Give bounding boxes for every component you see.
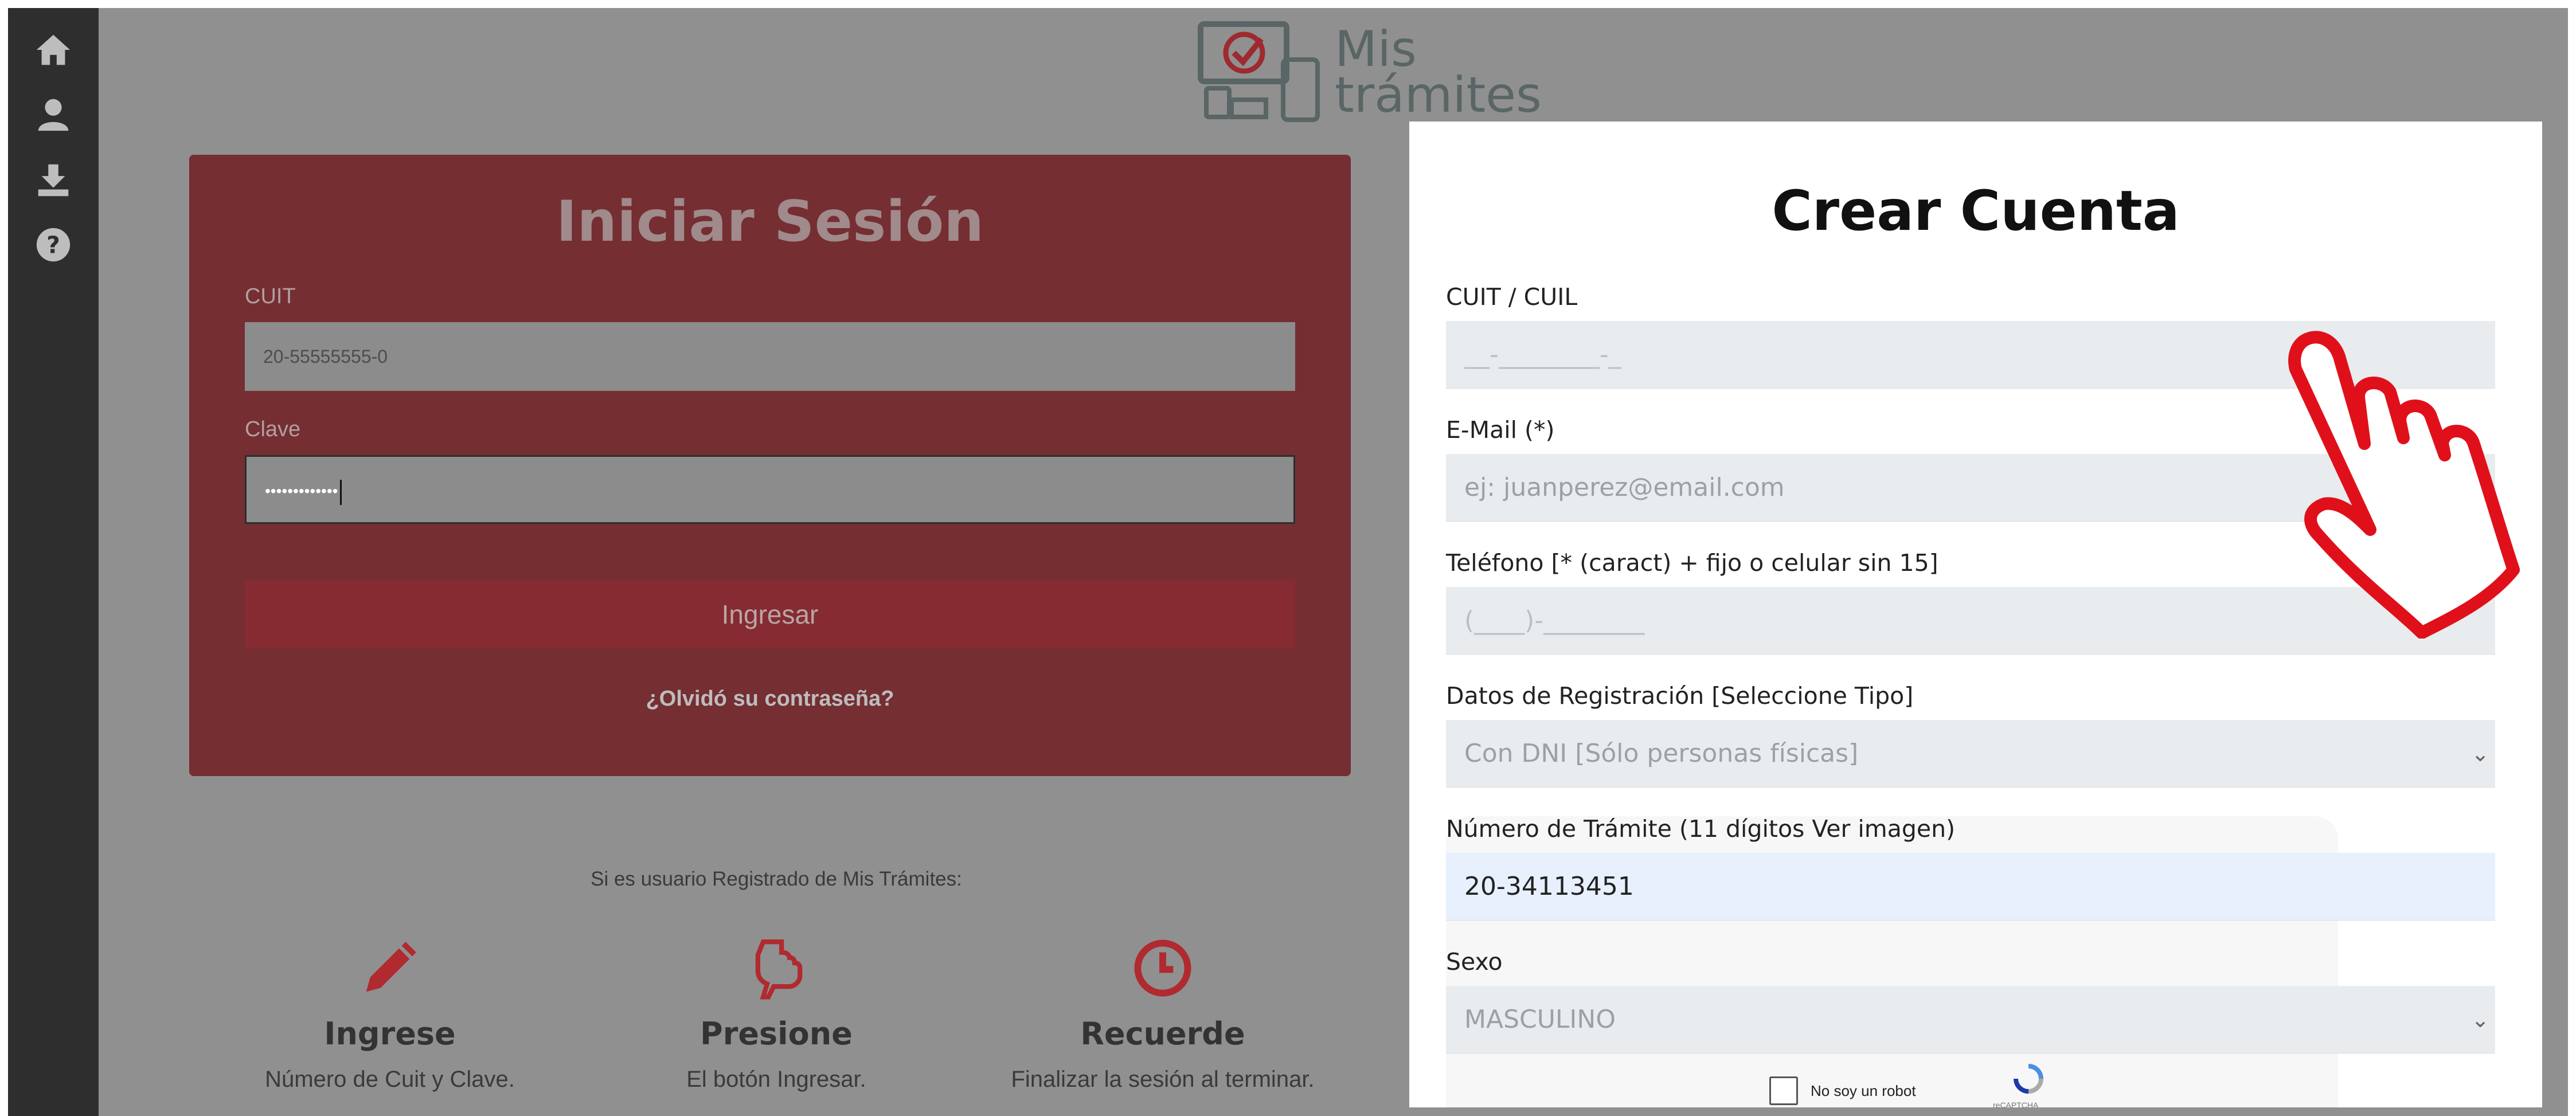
clave-value: •••••••••••••	[265, 482, 338, 500]
logo-line1: Mis	[1335, 21, 1417, 78]
step-title: Presione	[700, 1016, 853, 1052]
mis-tramites-logo: Mis trámites	[1197, 19, 1553, 134]
download-icon[interactable]	[33, 159, 73, 199]
clave-input[interactable]: •••••••••••••	[245, 455, 1295, 524]
login-card: Iniciar Sesión CUIT 20-55555555-0 Clave …	[189, 155, 1351, 776]
step-title: Recuerde	[1080, 1016, 1245, 1052]
step-desc: Finalizar la sesión al terminar.	[1011, 1067, 1315, 1092]
help-icon[interactable]: ?	[33, 225, 73, 265]
sidebar: ?	[8, 8, 99, 1116]
sexo-select[interactable]: MASCULINO ⌄	[1446, 986, 2495, 1054]
devices-check-icon	[1198, 21, 1320, 122]
pointing-hand-cursor-icon	[2288, 331, 2520, 639]
step-ingrese: Ingrese Número de Cuit y Clave.	[201, 937, 579, 1092]
forgot-password-link[interactable]: ¿Olvidó su contraseña?	[189, 687, 1351, 711]
step-recuerde: Recuerde Finalizar la sesión al terminar…	[974, 937, 1352, 1092]
tramite-label: Número de Trámite (11 dígitos Ver imagen…	[1446, 815, 1956, 843]
pointing-hand-icon	[755, 939, 803, 1000]
sexo-value: MASCULINO	[1464, 1005, 1616, 1034]
email-label: E-Mail (*)	[1446, 416, 1555, 444]
captcha-checkbox[interactable]	[1769, 1076, 1798, 1105]
home-icon[interactable]	[33, 30, 73, 70]
step-desc: El botón Ingresar.	[686, 1067, 866, 1092]
chevron-down-icon: ⌄	[2471, 741, 2489, 766]
svg-text:?: ?	[46, 232, 60, 259]
step-desc: Número de Cuit y Clave.	[265, 1067, 515, 1092]
sexo-label: Sexo	[1446, 948, 1503, 976]
login-title: Iniciar Sesión	[556, 189, 984, 254]
clock-icon	[1134, 939, 1191, 997]
user-icon[interactable]	[33, 94, 73, 134]
tramite-input[interactable]: 20-34113451	[1446, 853, 2495, 921]
pencil-icon	[366, 942, 416, 992]
ingresar-button[interactable]: Ingresar	[245, 580, 1295, 649]
cuit-label: CUIT	[245, 284, 296, 308]
page-overlay: ? Mis trámites Iniciar Sesión CUIT 20-55…	[8, 8, 2568, 1116]
registration-type-label: Datos de Registración [Seleccione Tipo]	[1446, 682, 1914, 710]
cuit-cuil-label: CUIT / CUIL	[1446, 283, 1578, 311]
recaptcha-logo-icon	[2014, 1064, 2043, 1094]
chevron-down-icon: ⌄	[2471, 1007, 2489, 1032]
step-presione: Presione El botón Ingresar.	[587, 937, 965, 1092]
captcha-label: No soy un robot	[1811, 1082, 1916, 1099]
logo-line2: trámites	[1335, 66, 1542, 124]
cuit-input[interactable]: 20-55555555-0	[245, 322, 1295, 391]
create-account-title: Crear Cuenta	[1772, 179, 2180, 243]
text-caret	[340, 479, 342, 505]
registration-type-value: Con DNI [Sólo personas físicas]	[1464, 739, 1859, 768]
step-title: Ingrese	[324, 1016, 456, 1052]
clave-label: Clave	[245, 417, 301, 441]
logo-text: Mis trámites	[1335, 21, 1542, 124]
captcha-brand: reCAPTCHA	[1993, 1101, 2039, 1110]
registration-type-select[interactable]: Con DNI [Sólo personas físicas] ⌄	[1446, 720, 2495, 788]
phone-label: Teléfono [* (caract) + fijo o celular si…	[1446, 549, 1938, 577]
registered-user-note: Si es usuario Registrado de Mis Trámites…	[591, 868, 962, 890]
